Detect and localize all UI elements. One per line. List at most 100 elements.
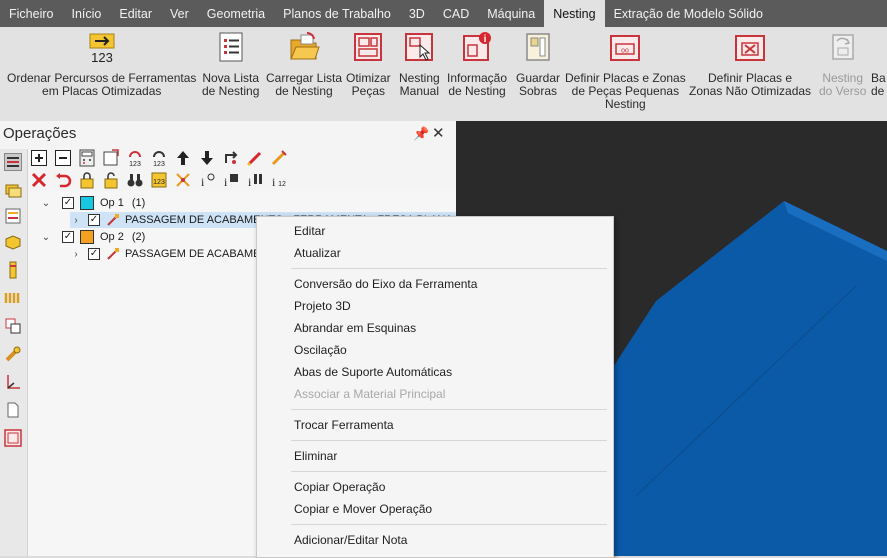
menu-separator [291, 440, 607, 441]
move-down-icon[interactable] [198, 149, 216, 167]
operations-tab-icon[interactable] [4, 153, 22, 171]
undo-icon[interactable] [54, 171, 72, 189]
reverse-nesting-button[interactable]: Nesting do Verso [819, 31, 866, 98]
pin-icon[interactable]: 📌 [413, 126, 429, 142]
edit-pencil-icon[interactable] [270, 149, 288, 167]
menu-tab-3d[interactable]: 3D [400, 0, 434, 27]
nesting-sheet-icon[interactable] [4, 429, 22, 447]
ctx-item-abas-suporte[interactable]: Abas de Suporte Automáticas [294, 365, 452, 379]
svg-text:i: i [272, 175, 276, 189]
chevron-down-icon[interactable]: ⌄ [40, 232, 52, 243]
info-number-icon[interactable]: i 12 [270, 171, 288, 189]
menu-tab-ficheiro[interactable]: Ficheiro [0, 0, 62, 27]
chevron-right-icon[interactable]: › [70, 215, 82, 226]
ctx-item-projeto-3d[interactable]: Projeto 3D [294, 299, 351, 313]
svg-text:i: i [248, 175, 252, 189]
renumber-icon[interactable]: 123 [150, 149, 168, 167]
optimize-parts-button[interactable]: Otimizar Peças [346, 31, 391, 98]
tool-icon[interactable] [4, 261, 22, 279]
manual-nesting-button[interactable]: Nesting Manual [399, 31, 440, 98]
svg-text:i: i [201, 175, 205, 189]
pencil-icon[interactable] [246, 149, 264, 167]
save-remnants-label-2: Sobras [519, 84, 558, 98]
document-icon[interactable] [4, 401, 22, 419]
menu-tab-planos-de-trabalho[interactable]: Planos de Trabalho [274, 0, 400, 27]
toolpath-list-icon[interactable] [4, 207, 22, 225]
menu-tab-inicio[interactable]: Início [62, 0, 110, 27]
ctx-item-editar[interactable]: Editar [294, 224, 325, 238]
nesting-info-label-2: de Nesting [448, 84, 506, 98]
op1-count: (1) [131, 197, 146, 209]
workplane-icon[interactable] [4, 317, 22, 335]
expand-all-icon[interactable] [30, 149, 48, 167]
ctx-item-copiar-mover[interactable]: Copiar e Mover Operação [294, 502, 432, 516]
new-nesting-list-button[interactable]: Nova Lista de Nesting [202, 31, 259, 98]
partial-button-icon [871, 31, 887, 65]
save-remnants-button[interactable]: Guardar Sobras [516, 31, 560, 98]
axis-icon[interactable] [4, 373, 22, 391]
op2-count: (2) [131, 231, 146, 243]
layers-icon[interactable] [4, 181, 22, 199]
menu-tab-cad[interactable]: CAD [434, 0, 478, 27]
define-non-optimized-zones-button[interactable]: Definir Placas e Zonas Não Otimizadas [689, 31, 811, 98]
stock-icon[interactable] [4, 233, 22, 251]
drill-pattern-icon[interactable] [4, 289, 22, 307]
sort-toolpaths-button[interactable]: 123 Ordenar Percursos de Ferramentas em … [7, 31, 196, 98]
sort-order-icon[interactable]: 123 [126, 149, 144, 167]
info-tools-icon[interactable]: i [246, 171, 264, 189]
recalculate-icon[interactable] [102, 149, 120, 167]
chevron-down-icon[interactable]: ⌄ [40, 198, 52, 209]
sequence-icon[interactable]: 123 [150, 171, 168, 189]
menu-tab-geometria[interactable]: Geometria [198, 0, 274, 27]
collapse-all-icon[interactable] [54, 149, 72, 167]
ctx-item-oscilacao[interactable]: Oscilação [294, 343, 347, 357]
info-group-icon[interactable]: i [222, 171, 240, 189]
op1-toolpath-checkbox[interactable]: ✓ [88, 214, 100, 226]
ctx-item-trocar-ferramenta[interactable]: Trocar Ferramenta [294, 418, 394, 432]
svg-text:123: 123 [129, 161, 141, 167]
op2-toolpath-checkbox[interactable]: ✓ [88, 248, 100, 260]
svg-text:i: i [224, 175, 228, 189]
menu-tab-ver[interactable]: Ver [161, 0, 198, 27]
delete-icon[interactable] [30, 171, 48, 189]
unlock-icon[interactable] [102, 171, 120, 189]
tree-row-op2[interactable]: ⌄ ✓ Op 2 (2) [40, 229, 145, 245]
ctx-item-conversao-eixo[interactable]: Conversão do Eixo da Ferramenta [294, 277, 477, 291]
ctx-item-copiar-operacao[interactable]: Copiar Operação [294, 480, 385, 494]
op1-checkbox[interactable]: ✓ [62, 197, 74, 209]
scatter-icon[interactable] [174, 171, 192, 189]
define-non-optimized-zones-label-2: Zonas Não Otimizadas [689, 84, 812, 98]
define-small-parts-zones-button[interactable]: oo Definir Placas e Zonas de Peças Peque… [565, 31, 686, 111]
sort-toolpaths-label-2: em Placas Otimizadas [42, 84, 162, 98]
svg-text:123: 123 [91, 50, 113, 65]
nesting-group-label: Nesting [605, 97, 646, 111]
move-up-icon[interactable] [174, 149, 192, 167]
tree-row-op2-toolpath[interactable]: › ✓ PASSAGEM DE ACABAMENTO [70, 246, 284, 262]
svg-text:12: 12 [278, 181, 286, 188]
menu-tab-editar[interactable]: Editar [110, 0, 161, 27]
load-nesting-list-button[interactable]: Carregar Lista de Nesting [266, 31, 342, 98]
close-icon[interactable]: ✕ [432, 124, 445, 142]
redo-arrows-icon[interactable] [222, 149, 240, 167]
binoculars-icon[interactable] [126, 171, 144, 189]
chevron-right-icon[interactable]: › [70, 249, 82, 260]
op2-checkbox[interactable]: ✓ [62, 231, 74, 243]
ctx-item-atualizar[interactable]: Atualizar [294, 246, 341, 260]
menu-tab-maquina[interactable]: Máquina [478, 0, 544, 27]
info-order-icon[interactable]: i [198, 171, 216, 189]
panel-title: Operações [3, 125, 77, 142]
nesting-info-button[interactable]: i Informação de Nesting [447, 31, 507, 98]
menu-tab-nesting[interactable]: Nesting [544, 0, 605, 27]
menu-tab-extracao-modelo-solido[interactable]: Extração de Modelo Sólido [605, 0, 772, 27]
partial-ribbon-button[interactable]: Ba de [871, 31, 887, 98]
ctx-item-adicionar-nota[interactable]: Adicionar/Editar Nota [294, 533, 407, 547]
op2-color-swatch [80, 230, 94, 244]
ctx-item-abrandar-esquinas[interactable]: Abrandar em Esquinas [294, 321, 416, 335]
tree-row-op1[interactable]: ⌄ ✓ Op 1 (1) [40, 195, 145, 211]
panel-side-toolbar [0, 149, 28, 556]
lock-icon[interactable] [78, 171, 96, 189]
calculator-icon[interactable] [78, 149, 96, 167]
wrench-icon[interactable] [4, 345, 22, 363]
optimize-parts-label-2: Peças [351, 84, 386, 98]
ctx-item-eliminar[interactable]: Eliminar [294, 449, 337, 463]
